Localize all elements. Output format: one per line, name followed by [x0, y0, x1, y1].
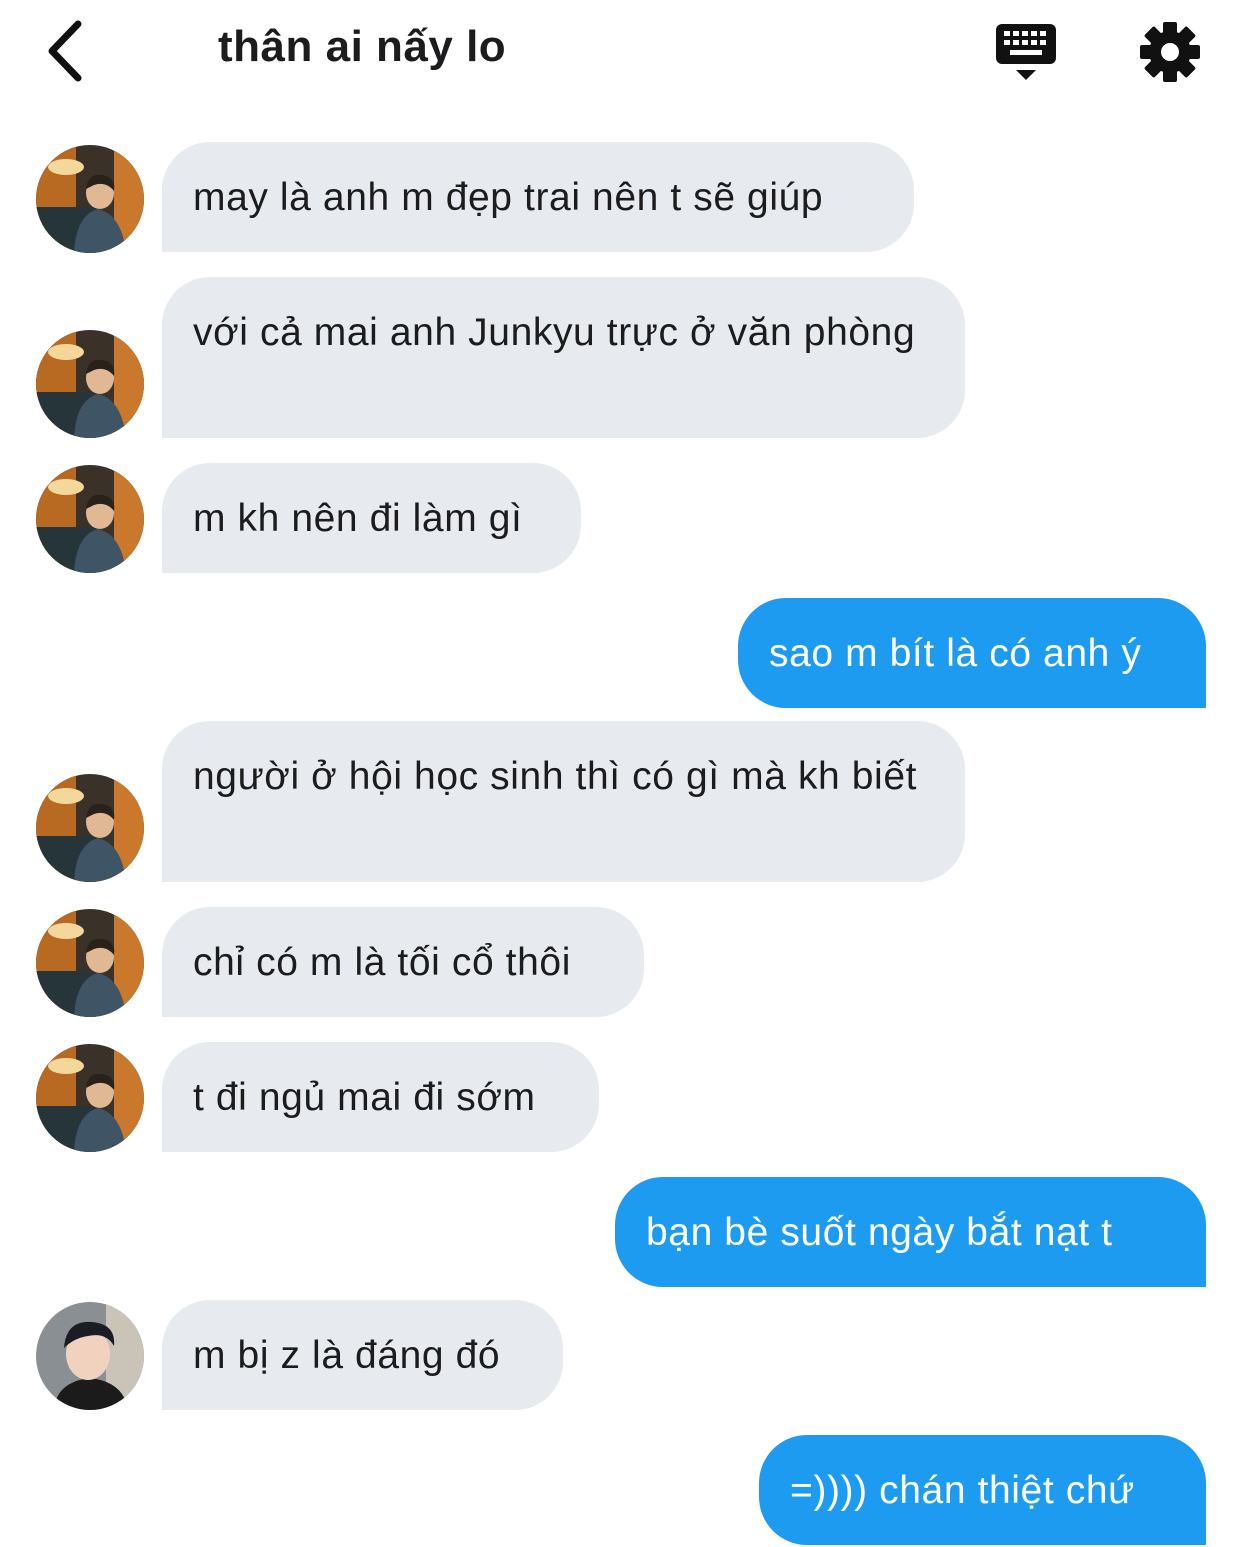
avatar[interactable] — [36, 909, 144, 1017]
keyboard-toggle-button[interactable] — [992, 22, 1060, 84]
keyboard-icon — [996, 24, 1056, 80]
message-bubble[interactable]: người ở hội học sinh thì có gì mà kh biế… — [162, 721, 965, 882]
chevron-left-icon — [48, 20, 82, 82]
message-bubble[interactable]: bạn bè suốt ngày bắt nạt t — [615, 1177, 1206, 1287]
back-button[interactable] — [40, 18, 100, 84]
avatar[interactable] — [36, 465, 144, 573]
settings-button[interactable] — [1138, 20, 1202, 84]
avatar[interactable] — [36, 774, 144, 882]
avatar[interactable] — [36, 145, 144, 253]
message-bubble[interactable]: chỉ có m là tối cổ thôi — [162, 907, 644, 1017]
chat-header: thân ai nấy lo — [0, 0, 1242, 100]
avatar[interactable] — [36, 1302, 144, 1410]
avatar[interactable] — [36, 1044, 144, 1152]
message-bubble[interactable]: t đi ngủ mai đi sớm — [162, 1042, 599, 1152]
gear-icon — [1140, 22, 1200, 82]
message-bubble[interactable]: sao m bít là có anh ý — [738, 598, 1206, 708]
message-bubble[interactable]: =)))) chán thiệt chứ — [759, 1435, 1206, 1545]
message-bubble[interactable]: m kh nên đi làm gì — [162, 463, 581, 573]
message-bubble[interactable]: với cả mai anh Junkyu trực ở văn phòng — [162, 277, 965, 438]
conversation-title: thân ai nấy lo — [218, 22, 507, 71]
message-bubble[interactable]: m bị z là đáng đó — [162, 1300, 563, 1410]
avatar[interactable] — [36, 330, 144, 438]
message-bubble[interactable]: may là anh m đẹp trai nên t sẽ giúp — [162, 142, 914, 252]
